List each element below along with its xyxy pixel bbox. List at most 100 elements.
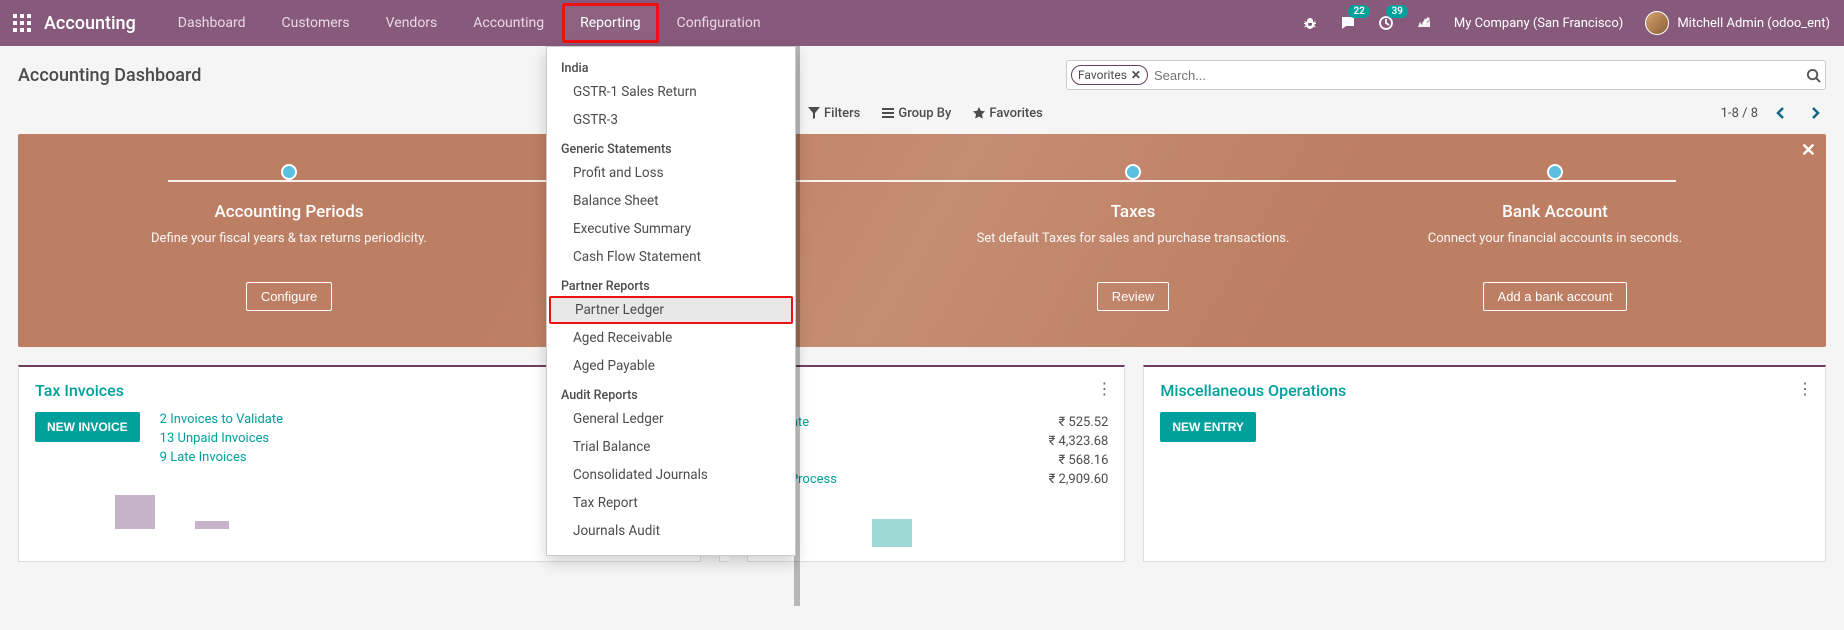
favorites-button[interactable]: Favorites [973,106,1042,121]
table-row: ses to Process₹ 2,909.60 [752,472,1109,487]
table-row: o Pay₹ 4,323.68 [752,434,1109,449]
nav-right: 22 39 My Company (San Francisco) Mitchel… [1296,9,1836,37]
group-by-label: Group By [898,106,951,121]
step-desc: Connect your financial accounts in secon… [1364,230,1746,268]
onboarding-banner: ✕ Accounting Periods Define your fiscal … [18,134,1826,347]
control-bar-left: Filters Group By Favorites [808,106,1043,121]
amount: ₹ 4,323.68 [1049,434,1109,449]
control-bar: Filters Group By Favorites 1-8 / 8 [0,98,1844,134]
link-late-invoices[interactable]: 9 Late Invoices [160,450,247,465]
step-title: Taxes [942,202,1324,222]
step-desc: Define your fiscal years & tax returns p… [98,230,480,268]
chart-bar [115,495,155,529]
filters-button[interactable]: Filters [808,106,860,121]
search-tag-favorites[interactable]: Favorites ✕ [1071,65,1148,85]
onboarding-steps: Accounting Periods Define your fiscal ye… [18,134,1826,311]
dd-journals-audit[interactable]: Journals Audit [547,517,795,545]
dd-trial-balance[interactable]: Trial Balance [547,433,795,461]
search-input[interactable] [1154,68,1806,83]
dd-partner-ledger[interactable]: Partner Ledger [549,296,793,324]
pager-next-icon[interactable] [1804,102,1826,124]
chart-bar [872,519,912,547]
step-dot [1125,164,1141,180]
nav-accounting[interactable]: Accounting [455,3,562,43]
add-bank-account-button[interactable]: Add a bank account [1483,282,1628,311]
company-selector[interactable]: My Company (San Francisco) [1448,16,1629,31]
nav-reporting[interactable]: Reporting [562,3,659,43]
top-nav: Accounting Dashboard Customers Vendors A… [0,0,1844,46]
step-taxes: Taxes Set default Taxes for sales and pu… [922,164,1344,311]
step-title: Accounting Periods [98,202,480,222]
step-desc: Set default Taxes for sales and purchase… [942,230,1324,268]
dd-consolidated-journals[interactable]: Consolidated Journals [547,461,795,489]
messages-badge: 22 [1348,5,1369,18]
user-menu[interactable]: Mitchell Admin (odoo_ent) [1639,11,1836,35]
configure-button[interactable]: Configure [246,282,332,311]
link-invoices-to-validate[interactable]: 2 Invoices to Validate [160,412,283,427]
step-title: Bank Account [1364,202,1746,222]
dd-section-partner: Partner Reports [547,271,795,296]
control-bar-right: 1-8 / 8 [1721,102,1826,124]
settings-icon[interactable] [1410,9,1438,37]
search-bar[interactable]: Favorites ✕ [1066,60,1826,90]
avatar [1645,11,1669,35]
dd-tax-report[interactable]: Tax Report [547,489,795,517]
reporting-dropdown: India GSTR-1 Sales Return GSTR-3 Generic… [546,46,796,556]
dd-section-audit: Audit Reports [547,380,795,405]
step-bank-account: Bank Account Connect your financial acco… [1344,164,1766,311]
dd-balance-sheet[interactable]: Balance Sheet [547,187,795,215]
dd-cash-flow[interactable]: Cash Flow Statement [547,243,795,271]
dd-section-india: India [547,53,795,78]
card-misc-operations: ⋮ Miscellaneous Operations NEW ENTRY [1143,365,1826,562]
nav-menu: Dashboard Customers Vendors Accounting R… [160,3,779,43]
step-dot [1547,164,1563,180]
messages-icon[interactable]: 22 [1334,9,1362,37]
app-title[interactable]: Accounting [44,13,136,34]
review-button[interactable]: Review [1097,282,1170,311]
search-icon[interactable] [1806,68,1821,83]
nav-configuration[interactable]: Configuration [659,3,779,43]
card-menu-icon[interactable]: ⋮ [1096,379,1112,398]
subheader: Accounting Dashboard Favorites ✕ [0,46,1844,98]
table-row: o Validate₹ 525.52 [752,415,1109,430]
dd-aged-payable[interactable]: Aged Payable [547,352,795,380]
apps-icon[interactable] [8,9,36,37]
pager[interactable]: 1-8 / 8 [1721,106,1758,121]
amount: ₹ 2,909.60 [1049,472,1109,487]
amount: ₹ 568.16 [1058,453,1108,468]
new-entry-button[interactable]: NEW ENTRY [1160,412,1256,442]
search-tag-label: Favorites [1078,68,1127,82]
chart-stub [752,507,1109,547]
dd-section-generic: Generic Statements [547,134,795,159]
dd-profit-loss[interactable]: Profit and Loss [547,159,795,187]
card-vendor-bills: ⋮ o Validate₹ 525.52 o Pay₹ 4,323.68 Bil… [747,365,1126,562]
dd-executive-summary[interactable]: Executive Summary [547,215,795,243]
amount: ₹ 525.52 [1058,415,1108,430]
favorites-label: Favorites [989,106,1042,121]
nav-vendors[interactable]: Vendors [368,3,456,43]
card-title[interactable]: Miscellaneous Operations [1160,381,1809,400]
dashboard-cards: ⋮ Tax Invoices NEW INVOICE 2 Invoices to… [0,347,1844,580]
table-row: Bills₹ 568.16 [752,453,1109,468]
pager-prev-icon[interactable] [1770,102,1792,124]
new-invoice-button[interactable]: NEW INVOICE [35,412,140,442]
chart-bar [195,521,229,529]
page-title: Accounting Dashboard [18,65,201,86]
dd-gstr1[interactable]: GSTR-1 Sales Return [547,78,795,106]
step-dot [281,164,297,180]
activities-icon[interactable]: 39 [1372,9,1400,37]
dd-general-ledger[interactable]: General Ledger [547,405,795,433]
group-by-button[interactable]: Group By [882,106,951,121]
link-unpaid-invoices[interactable]: 13 Unpaid Invoices [160,431,269,446]
user-name: Mitchell Admin (odoo_ent) [1677,16,1830,31]
bug-icon[interactable] [1296,9,1324,37]
activities-badge: 39 [1386,5,1407,18]
dd-aged-receivable[interactable]: Aged Receivable [547,324,795,352]
nav-customers[interactable]: Customers [264,3,368,43]
nav-dashboard[interactable]: Dashboard [160,3,264,43]
dd-gstr3[interactable]: GSTR-3 [547,106,795,134]
step-accounting-periods: Accounting Periods Define your fiscal ye… [78,164,500,311]
filters-label: Filters [824,106,860,121]
card-menu-icon[interactable]: ⋮ [1797,379,1813,398]
search-tag-remove-icon[interactable]: ✕ [1131,68,1141,82]
